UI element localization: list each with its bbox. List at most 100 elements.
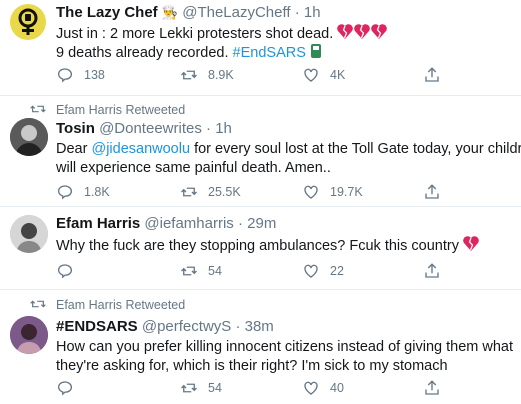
timestamp[interactable]: 1h	[215, 120, 232, 137]
avatar[interactable]	[10, 118, 48, 156]
broken-heart-icon	[463, 236, 480, 258]
tweet-text-line2: they're asking for, which is their right…	[56, 358, 448, 374]
text-suffix: for every soul lost at the Toll Gate tod…	[194, 141, 521, 157]
like-count: 40	[330, 381, 344, 395]
avatar-photo-icon	[10, 118, 48, 156]
retweet-button[interactable]: 54	[180, 378, 222, 398]
timestamp[interactable]: 1h	[304, 4, 321, 21]
like-button[interactable]: 22	[302, 261, 344, 281]
reply-button[interactable]	[56, 261, 84, 281]
display-name[interactable]: Efam Harris	[56, 215, 140, 232]
retweet-icon	[181, 70, 197, 80]
heart-icon	[304, 68, 318, 82]
like-button[interactable]: 4K	[302, 65, 345, 85]
tweet-text: Why the fuck are they stopping ambulance…	[56, 236, 480, 258]
separator-dot: ·	[294, 4, 300, 21]
reply-icon	[57, 264, 73, 279]
text-prefix: Dear	[56, 141, 88, 157]
reply-button[interactable]	[56, 378, 84, 398]
separator-dot: ·	[206, 120, 212, 137]
tweet-actions: 54 40	[56, 378, 456, 398]
reply-icon	[57, 185, 73, 200]
share-icon	[425, 67, 439, 82]
avatar-photo-icon	[10, 316, 48, 354]
retweet-button[interactable]: 8.9K	[180, 65, 234, 85]
avatar[interactable]	[10, 316, 48, 354]
handle[interactable]: @iefamharris	[144, 215, 233, 232]
share-button[interactable]	[423, 65, 451, 85]
tweet-text-line2: 9 deaths already recorded. #EndSARS	[56, 43, 322, 65]
avatar[interactable]	[10, 215, 48, 253]
tweet-3[interactable]: Efam Harris @iefamharris · 29m Why the f…	[0, 207, 521, 287]
retweeted-by-label: Efam Harris Retweeted	[56, 103, 186, 117]
timestamp[interactable]: 29m	[247, 215, 276, 232]
retweet-count: 8.9K	[208, 68, 234, 82]
hashtag-link[interactable]: #EndSARS	[233, 45, 306, 61]
reply-icon	[57, 68, 73, 83]
heart-icon	[304, 381, 318, 395]
tweet-text-plain: 9 deaths already recorded.	[56, 45, 229, 61]
share-icon	[425, 263, 439, 278]
share-button[interactable]	[423, 261, 451, 281]
display-name[interactable]: Tosin	[56, 120, 95, 137]
retweet-icon	[30, 300, 46, 308]
retweeted-by: Efam Harris Retweeted	[30, 102, 185, 118]
retweet-count: 54	[208, 381, 222, 395]
avatar-photo-icon	[10, 215, 48, 253]
display-name[interactable]: #ENDSARS	[56, 318, 138, 335]
tweet-text-line1: Dear @jidesanwoolu for every soul lost a…	[56, 140, 521, 159]
tweet-text-line1: Just in : 2 more Lekki protesters shot d…	[56, 26, 334, 42]
tweet-4[interactable]: Efam Harris Retweeted #ENDSARS @perfectw…	[0, 290, 521, 404]
tweet-text-line2: will experience same painful death. Amen…	[56, 160, 331, 176]
share-button[interactable]	[423, 378, 451, 398]
like-count: 19.7K	[330, 185, 363, 199]
retweet-icon	[30, 105, 46, 113]
share-icon	[425, 184, 439, 199]
heart-icon	[304, 264, 318, 278]
reply-button[interactable]: 1.8K	[56, 182, 110, 202]
reply-count: 1.8K	[84, 185, 110, 199]
retweet-button[interactable]: 54	[180, 261, 222, 281]
venus-fist-icon	[18, 8, 38, 35]
retweet-count: 54	[208, 264, 222, 278]
reply-button[interactable]: 138	[56, 65, 105, 85]
retweet-icon	[181, 266, 197, 276]
retweeted-by: Efam Harris Retweeted	[30, 297, 185, 313]
handle[interactable]: @Donteewrites	[99, 120, 202, 137]
retweet-count: 25.5K	[208, 185, 241, 199]
tweet-text-line1: How can you prefer killing innocent citi…	[56, 339, 513, 355]
timestamp[interactable]: 38m	[245, 318, 274, 335]
share-icon	[425, 380, 439, 395]
tweet-header: Efam Harris @iefamharris · 29m	[56, 215, 276, 233]
like-button[interactable]: 40	[302, 378, 344, 398]
retweet-button[interactable]: 25.5K	[180, 182, 241, 202]
handle[interactable]: @TheLazyCheff	[182, 4, 290, 21]
avatar[interactable]	[10, 4, 46, 40]
reply-icon	[57, 381, 73, 396]
tweet-2[interactable]: Efam Harris Retweeted Tosin @Donteewrite…	[0, 96, 521, 201]
chef-emoji: 👨‍🍳	[161, 5, 179, 20]
tweet-actions: 138 8.9K 4K	[56, 65, 456, 85]
retweet-icon	[181, 187, 197, 197]
separator-dot: ·	[237, 215, 243, 232]
tweet-actions: 1.8K 25.5K 19.7K	[56, 182, 456, 202]
tweet-actions: 54 22	[56, 261, 456, 281]
like-count: 22	[330, 264, 344, 278]
like-count: 4K	[330, 68, 346, 82]
display-name[interactable]: The Lazy Chef	[56, 4, 158, 21]
reply-count: 138	[84, 68, 105, 82]
like-button[interactable]: 19.7K	[302, 182, 363, 202]
endsars-fist-icon	[310, 43, 322, 65]
tweet-1[interactable]: The Lazy Chef 👨‍🍳 @TheLazyCheff · 1h Jus…	[0, 0, 521, 95]
handle[interactable]: @perfectwyS	[142, 318, 231, 335]
tweet-header: Tosin @Donteewrites · 1h	[56, 120, 232, 138]
broken-heart-icons	[337, 24, 389, 46]
separator-dot: ·	[235, 318, 241, 335]
heart-icon	[304, 185, 318, 199]
tweet-header: The Lazy Chef 👨‍🍳 @TheLazyCheff · 1h	[56, 4, 321, 22]
retweet-icon	[181, 383, 197, 393]
mention-link[interactable]: @jidesanwoolu	[91, 141, 190, 157]
share-button[interactable]	[423, 182, 451, 202]
retweeted-by-label: Efam Harris Retweeted	[56, 298, 186, 312]
tweet-text-line1: Why the fuck are they stopping ambulance…	[56, 238, 459, 254]
